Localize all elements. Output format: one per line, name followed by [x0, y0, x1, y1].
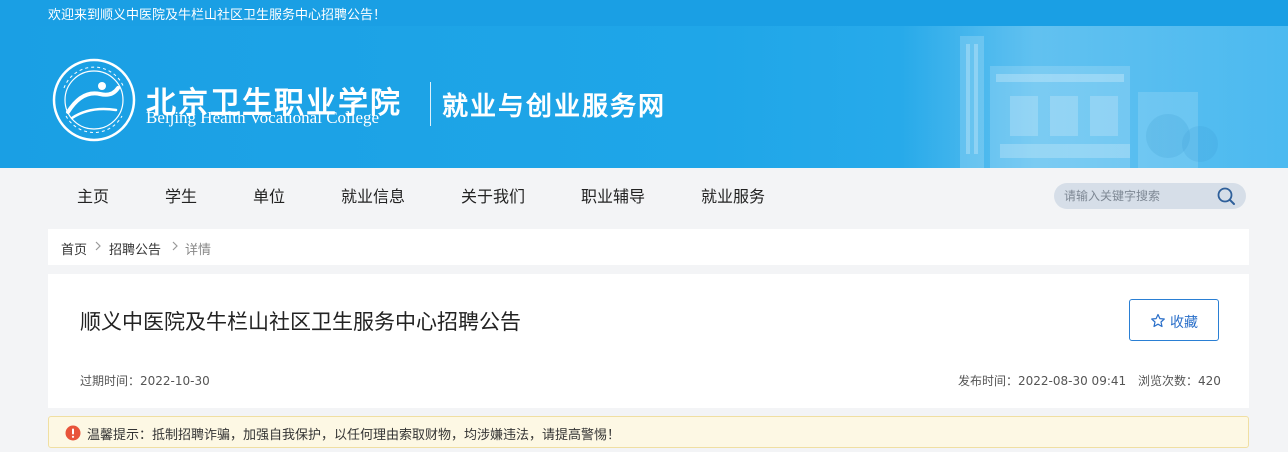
breadcrumb: 首页 招聘公告 详情 — [48, 229, 1249, 265]
welcome-text: 欢迎来到顺义中医院及牛栏山社区卫生服务中心招聘公告！ — [48, 8, 387, 23]
alert-circle-icon — [65, 425, 81, 441]
campus-building-illustration — [900, 26, 1288, 168]
nav-item-about-us[interactable]: 关于我们 — [461, 183, 525, 207]
nav-item-students[interactable]: 学生 — [165, 183, 197, 207]
view-count: 浏览次数：420 — [1138, 374, 1221, 388]
article-header-card: 顺义中医院及牛栏山社区卫生服务中心招聘公告 收藏 过期时间：2022-10-30… — [48, 274, 1249, 408]
header-banner: 北京卫生职业学院 Beijing Health Vocational Colle… — [0, 26, 1288, 168]
star-icon — [1151, 313, 1165, 328]
nav-item-employers[interactable]: 单位 — [253, 183, 285, 207]
warning-text: 温馨提示：抵制招聘诈骗，加强自我保护，以任何理由索取财物，均涉嫌违法，请提高警惕… — [87, 428, 621, 443]
breadcrumb-recruitment[interactable]: 招聘公告 — [109, 239, 161, 258]
fraud-warning-notice: 温馨提示：抵制招聘诈骗，加强自我保护，以任何理由索取财物，均涉嫌违法，请提高警惕… — [48, 416, 1249, 448]
search-input[interactable] — [1064, 187, 1214, 205]
chevron-right-icon — [95, 241, 101, 251]
nav-item-career-guidance[interactable]: 职业辅导 — [581, 183, 645, 207]
breadcrumb-current: 详情 — [185, 243, 212, 258]
nav-item-home[interactable]: 主页 — [77, 183, 109, 207]
expire-date: 过期时间：2022-10-30 — [80, 374, 210, 388]
breadcrumb-home[interactable]: 首页 — [61, 239, 87, 258]
school-name-en: Beijing Health Vocational College — [146, 108, 380, 127]
article-title: 顺义中医院及牛栏山社区卫生服务中心招聘公告 — [80, 310, 521, 334]
publish-time: 发布时间：2022-08-30 09:41 — [958, 374, 1127, 388]
site-title: 就业与创业服务网 — [442, 92, 667, 122]
chevron-right-icon — [172, 241, 178, 251]
nav-item-employment-services[interactable]: 就业服务 — [701, 183, 765, 207]
favorite-label: 收藏 — [1170, 315, 1198, 331]
nav-item-job-info[interactable]: 就业信息 — [341, 183, 405, 207]
header-divider — [430, 82, 431, 126]
top-welcome-bar: 欢迎来到顺义中医院及牛栏山社区卫生服务中心招聘公告！ — [0, 0, 1288, 26]
college-seal-logo — [52, 58, 136, 142]
search-icon[interactable] — [1216, 186, 1236, 206]
favorite-button[interactable]: 收藏 — [1129, 299, 1219, 341]
